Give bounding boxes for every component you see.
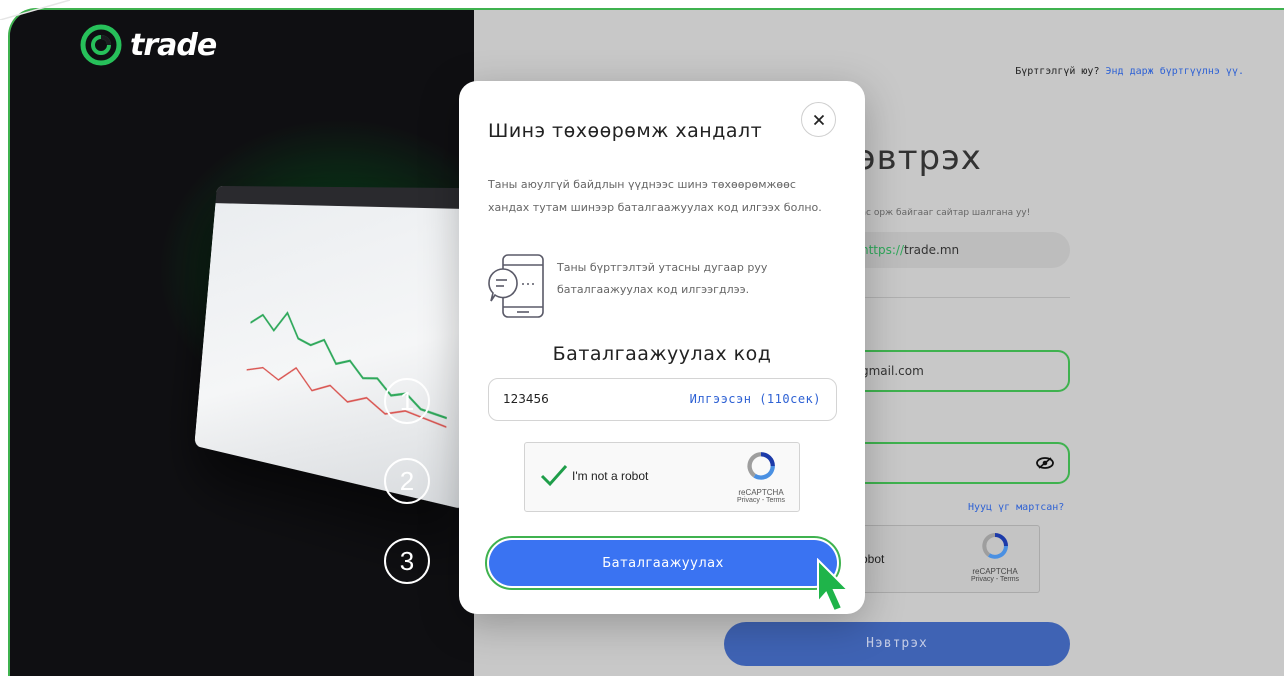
brand-name: trade: [130, 27, 217, 63]
url-display: https://trade.mn: [855, 232, 1070, 268]
login-button[interactable]: Нэвтрэх: [724, 622, 1070, 666]
password-field[interactable]: [855, 442, 1070, 484]
recaptcha-logo: reCAPTCHA Privacy - Terms: [721, 451, 801, 504]
login-title: эвтрэх: [857, 138, 982, 178]
code-section-title: Баталгаажуулах код: [552, 343, 772, 365]
email-value: gmail.com: [861, 364, 924, 378]
verification-code-input[interactable]: 123456 Илгээсэн (110сек): [488, 378, 837, 421]
verify-button-highlight: Баталгаажуулах: [485, 536, 841, 590]
register-prompt: Бүртгэлгүй юу? Энд дарж бүртгүүлнэ үү.: [1015, 66, 1244, 77]
recaptcha-widget[interactable]: I'm not a robot reCAPTCHA Privacy - Term…: [524, 442, 800, 512]
forgot-password-link[interactable]: Нууц үг мартсан?: [968, 502, 1064, 513]
step-badge-2: 2: [384, 458, 430, 504]
app-preview-image: [194, 185, 478, 510]
modal-title: Шинэ төхөөрөмж хандалт: [488, 120, 763, 142]
step-badge-1: 1: [384, 378, 430, 424]
brand-logo[interactable]: trade: [80, 24, 217, 66]
recaptcha-icon: [747, 452, 775, 480]
step-badge-3: 3: [384, 538, 430, 584]
recaptcha-icon: [982, 533, 1008, 559]
verify-button[interactable]: Баталгаажуулах: [489, 540, 837, 586]
decorative-stroke: [0, 0, 71, 20]
register-prompt-text: Бүртгэлгүй юу?: [1015, 66, 1100, 77]
checkmark-icon[interactable]: [540, 461, 568, 489]
url-scheme: https://: [861, 243, 905, 257]
divider: [855, 297, 1070, 298]
trade-logo-icon: [80, 24, 122, 66]
code-value: 123456: [503, 392, 549, 406]
code-sent-message: Таны бүртгэлтэй утасны дугаар руу баталг…: [557, 261, 768, 296]
pointer-cursor-icon: [817, 558, 851, 612]
recaptcha-brand: reCAPTCHA: [972, 567, 1018, 576]
recaptcha-links[interactable]: Privacy - Terms: [955, 576, 1035, 583]
new-device-modal: Шинэ төхөөрөмж хандалт Таны аюулгүй байд…: [459, 81, 865, 614]
eye-icon[interactable]: [1036, 456, 1054, 470]
close-button[interactable]: [801, 102, 836, 137]
url-host: trade.mn: [904, 243, 960, 257]
recaptcha-logo: reCAPTCHA Privacy - Terms: [955, 532, 1035, 583]
phone-message-icon: [488, 254, 544, 318]
resend-code-link[interactable]: Илгээсэн (110сек): [690, 392, 821, 406]
modal-description: Таны аюулгүй байдлын үүднээс шинэ төхөөр…: [488, 178, 822, 214]
register-link[interactable]: Энд дарж бүртгүүлнэ үү.: [1106, 66, 1244, 77]
recaptcha-brand: reCAPTCHA: [738, 488, 784, 497]
close-icon: [813, 114, 824, 125]
captcha-label: I'm not a robot: [572, 469, 649, 483]
email-field[interactable]: gmail.com: [855, 350, 1070, 392]
recaptcha-links[interactable]: Privacy - Terms: [721, 497, 801, 504]
login-hint: аас орж байгааг сайтар шалгана уу!: [855, 208, 1031, 218]
login-captcha[interactable]: obot reCAPTCHA Privacy - Terms: [855, 525, 1040, 593]
